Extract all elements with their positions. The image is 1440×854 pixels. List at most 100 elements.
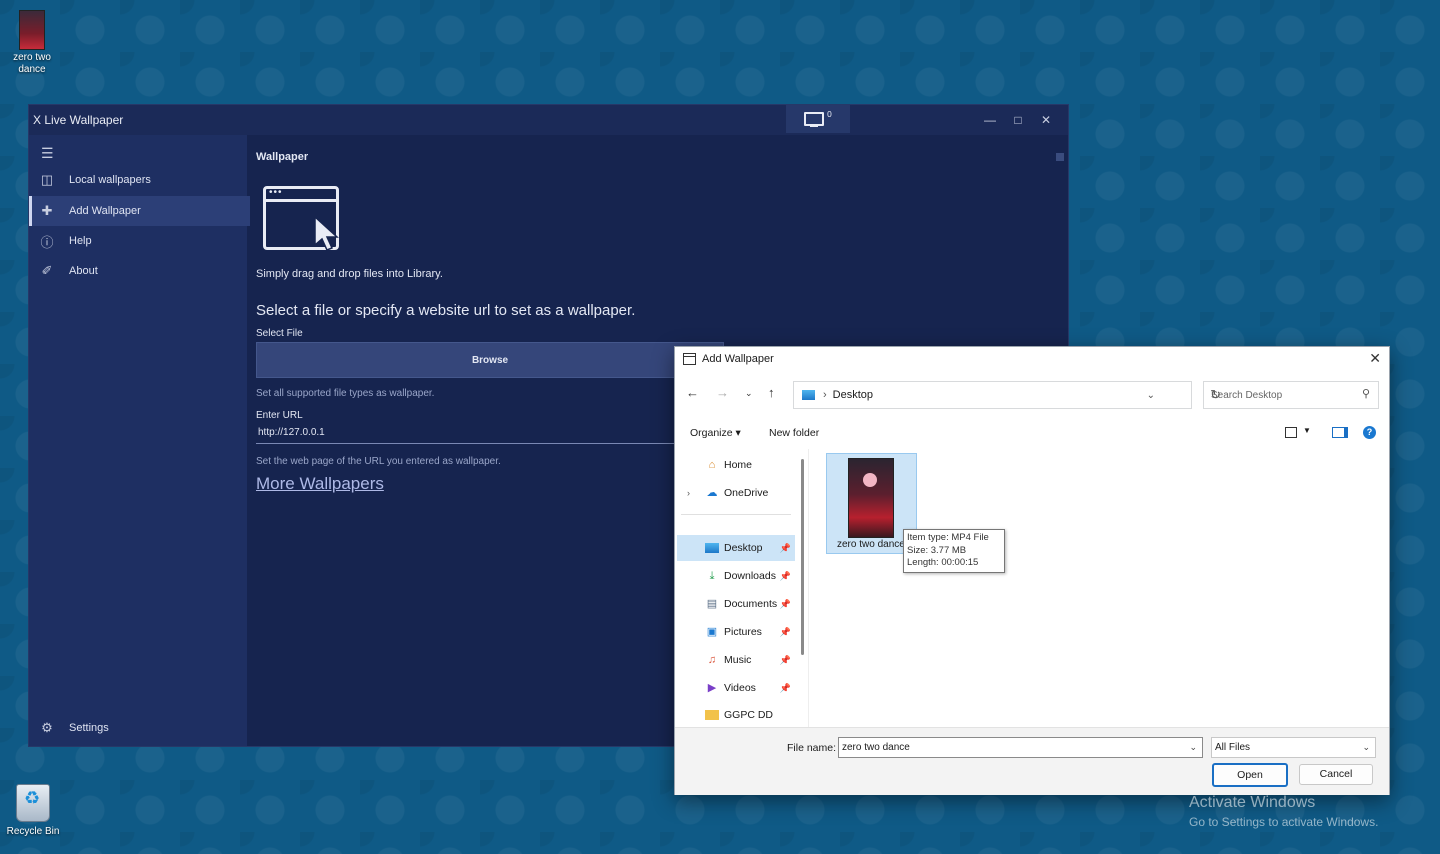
cancel-button[interactable]: Cancel <box>1299 764 1373 785</box>
page-headline: Select a file or specify a website url t… <box>256 302 636 319</box>
up-arrow-icon[interactable]: ↑ <box>768 385 775 400</box>
sidebar-item-help[interactable]: ⓘ Help <box>29 226 247 256</box>
minimize-icon[interactable]: — <box>976 105 1004 135</box>
tooltip-type: Item type: MP4 File <box>907 532 989 543</box>
video-thumbnail-icon <box>848 458 894 538</box>
dialog-title-bar[interactable]: Add Wallpaper ✕ <box>675 347 1389 371</box>
sidebar-item-label: About <box>69 265 98 277</box>
close-icon[interactable]: ✕ <box>1369 350 1381 367</box>
desktop-icon-label: zero two dance <box>13 52 51 75</box>
pin-icon: 📌 <box>779 570 791 581</box>
file-list: zero two dance Item type: MP4 File Size:… <box>809 449 1389 727</box>
search-input[interactable]: Search Desktop ⚲ <box>1203 381 1379 409</box>
pin-icon: 📌 <box>779 542 791 553</box>
folder-icon <box>705 710 719 720</box>
tree-item-downloads[interactable]: ⤓ Downloads 📌 <box>677 563 795 589</box>
tree-item-label: Documents <box>724 598 778 610</box>
desktop-icon-zero-two-dance[interactable]: zero two dance <box>0 10 64 76</box>
monitor-button[interactable]: 0 <box>786 105 850 133</box>
tree-item-label: GGPC DD <box>724 709 774 721</box>
library-icon: ◫ <box>40 172 54 187</box>
pin-icon: 📌 <box>779 598 791 609</box>
plus-icon: ✚ <box>41 203 53 218</box>
chevron-down-icon[interactable]: ⌄ <box>1147 390 1155 401</box>
tree-item-label: Downloads <box>724 570 776 582</box>
sidebar-item-add-wallpaper[interactable]: ✚ Add Wallpaper <box>29 196 250 226</box>
organize-button[interactable]: Organize ▾ <box>690 427 741 439</box>
tree-item-music[interactable]: ♫ Music 📌 <box>677 647 795 673</box>
tree-item-videos[interactable]: ▶ Videos 📌 <box>677 675 795 701</box>
help-icon[interactable]: ? <box>1363 426 1376 439</box>
desktop-icon <box>802 390 815 400</box>
section-title: Wallpaper <box>256 151 309 163</box>
address-bar[interactable]: › Desktop ⌄ ↻ <box>793 381 1221 409</box>
add-wallpaper-dialog: Add Wallpaper ✕ ← → ⌄ ↑ › Desktop ⌄ ↻ Se… <box>674 346 1390 795</box>
window-icon <box>683 353 696 365</box>
sidebar-item-local-wallpapers[interactable]: ◫ Local wallpapers <box>29 165 247 195</box>
video-thumbnail-icon <box>19 10 45 50</box>
back-arrow-icon[interactable]: ← <box>686 385 699 400</box>
tree-item-label: Desktop <box>724 542 763 554</box>
info-icon: ✐ <box>41 263 53 278</box>
dialog-navigation: ← → ⌄ ↑ › Desktop ⌄ ↻ Search Desktop ⚲ <box>675 379 1389 409</box>
question-icon: ⓘ <box>40 234 54 250</box>
dialog-title: Add Wallpaper <box>702 353 774 365</box>
chevron-right-icon[interactable]: › <box>687 488 690 498</box>
chevron-down-icon[interactable]: ⌄ <box>745 388 753 399</box>
app-title: X Live Wallpaper <box>33 113 124 127</box>
tree-item-ggpc-dd[interactable]: GGPC DD <box>677 702 795 728</box>
tree-item-pictures[interactable]: ▣ Pictures 📌 <box>677 619 795 645</box>
hamburger-menu-icon[interactable]: ☰ <box>41 145 55 162</box>
sidebar-item-label: Add Wallpaper <box>69 205 141 217</box>
pin-icon: 📌 <box>779 682 791 693</box>
tree-item-label: Videos <box>724 682 756 694</box>
chevron-down-icon[interactable]: ⌄ <box>1362 738 1370 757</box>
file-name-input[interactable]: zero two dance ⌄ <box>838 737 1203 758</box>
sidebar: ☰ ◫ Local wallpapers ✚ Add Wallpaper ⓘ H… <box>29 135 250 746</box>
navigation-scrollbar[interactable] <box>801 459 804 655</box>
tree-item-desktop[interactable]: Desktop 📌 <box>677 535 795 561</box>
sidebar-item-about[interactable]: ✐ About <box>29 256 247 286</box>
app-title-bar[interactable]: X Live Wallpaper 0 — □ ✕ <box>29 105 1068 135</box>
new-folder-button[interactable]: New folder <box>769 427 819 439</box>
open-button[interactable]: Open <box>1212 763 1288 787</box>
preview-pane-icon[interactable] <box>1332 427 1348 438</box>
sidebar-item-label: Help <box>69 235 92 247</box>
monitor-icon <box>804 112 825 127</box>
breadcrumb-chevron-icon: › <box>823 389 827 401</box>
activation-watermark: Activate Windows Go to Settings to activ… <box>1189 794 1378 829</box>
select-file-label: Select File <box>256 328 303 339</box>
view-icon[interactable] <box>1285 427 1297 438</box>
file-name-label: File name: <box>787 742 837 754</box>
tree-item-home[interactable]: ⌂ Home <box>677 452 795 478</box>
music-icon: ♫ <box>707 654 717 666</box>
desktop-icon-recycle-bin[interactable]: Recycle Bin <box>1 784 65 838</box>
scrollbar-nub[interactable] <box>1056 153 1064 161</box>
drag-hint: Simply drag and drop files into Library. <box>256 268 443 280</box>
home-icon: ⌂ <box>708 459 716 471</box>
file-type-select[interactable]: All Files ⌄ <box>1211 737 1376 758</box>
url-input[interactable]: http://127.0.0.1 <box>256 425 678 444</box>
pin-icon: 📌 <box>779 654 791 665</box>
sidebar-item-label: Local wallpapers <box>69 174 151 186</box>
tooltip-length: Length: 00:00:15 <box>907 557 979 568</box>
sidebar-item-settings[interactable]: ⚙ Settings <box>29 713 247 743</box>
forward-arrow-icon[interactable]: → <box>716 385 729 400</box>
browse-button[interactable]: Browse <box>256 342 724 378</box>
tree-item-onedrive[interactable]: › ☁ OneDrive <box>677 480 795 506</box>
url-label: Enter URL <box>256 410 303 421</box>
more-wallpapers-link[interactable]: More Wallpapers <box>256 474 384 494</box>
picture-icon: ▣ <box>706 626 718 638</box>
tree-item-documents[interactable]: ▤ Documents 📌 <box>677 591 795 617</box>
chevron-down-icon[interactable]: ⌄ <box>1189 738 1197 757</box>
maximize-icon[interactable]: □ <box>1004 105 1032 135</box>
pin-icon: 📌 <box>779 626 791 637</box>
search-placeholder: Search Desktop <box>1211 389 1283 401</box>
video-icon: ▶ <box>707 682 717 694</box>
tooltip-size: Size: 3.77 MB <box>907 544 967 556</box>
tree-item-label: Home <box>724 459 753 471</box>
close-icon[interactable]: ✕ <box>1032 105 1060 135</box>
chevron-down-icon[interactable]: ▼ <box>1303 426 1311 435</box>
file-tooltip: Item type: MP4 File Size: 3.77 MB Length… <box>903 529 1005 573</box>
recycle-bin-icon <box>16 784 50 822</box>
